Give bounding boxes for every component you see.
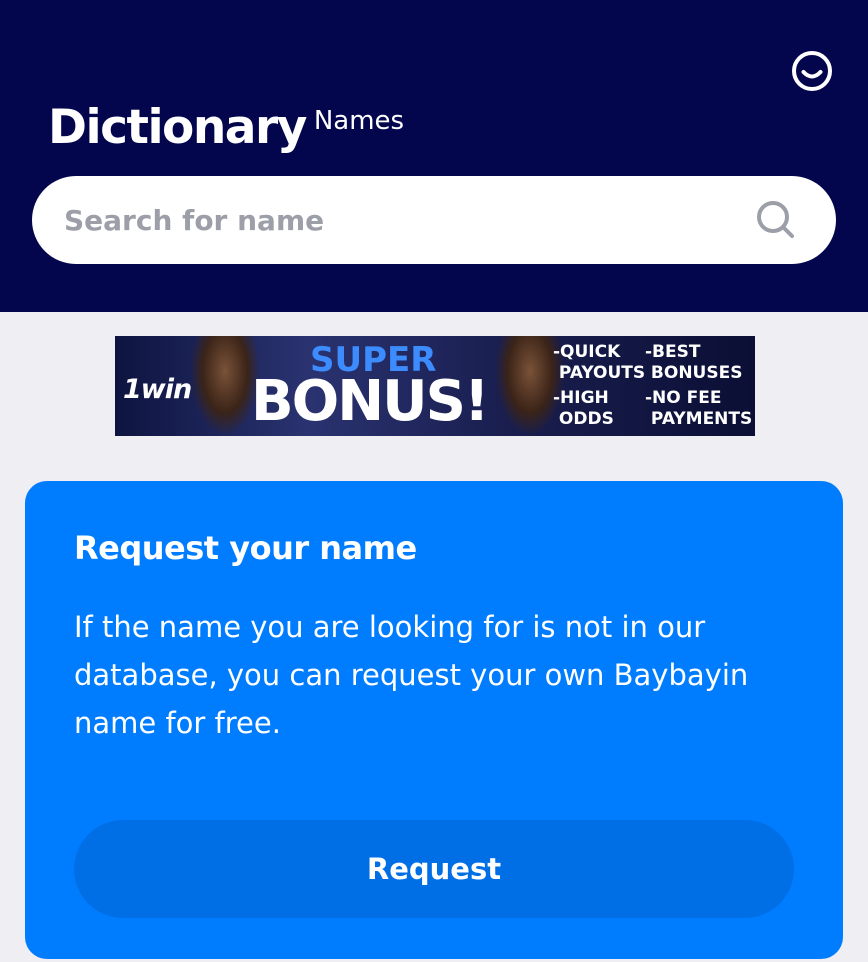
banner-feature: -HIGH ODDS: [553, 388, 614, 429]
search-input[interactable]: [64, 176, 744, 264]
brand-title[interactable]: Dictionary Names: [48, 98, 404, 158]
app-subtitle: Names: [313, 106, 405, 136]
request-card-description: If the name you are looking for is not i…: [74, 610, 749, 740]
request-card-title: Request your name: [74, 529, 417, 567]
search-icon[interactable]: [754, 198, 798, 242]
smile-icon[interactable]: [791, 50, 833, 92]
request-card: Request your name If the name you are lo…: [25, 481, 843, 959]
request-button[interactable]: Request: [74, 820, 794, 918]
banner-headline-main: BONUS!: [251, 369, 489, 434]
banner-feature: -NO FEE PAYMENTS: [645, 388, 753, 429]
banner-feature: -BEST BONUSES: [645, 342, 743, 383]
banner-figure-left: [190, 336, 260, 436]
ad-banner[interactable]: 1win SUPER BONUS! -QUICK PAYOUTS -BEST B…: [115, 336, 755, 436]
banner-brand: 1win: [123, 374, 192, 405]
app-title: Dictionary: [48, 100, 307, 155]
banner-feature: -QUICK PAYOUTS: [553, 342, 646, 383]
search-bar: [32, 176, 836, 264]
app-header: Dictionary Names: [0, 0, 868, 312]
